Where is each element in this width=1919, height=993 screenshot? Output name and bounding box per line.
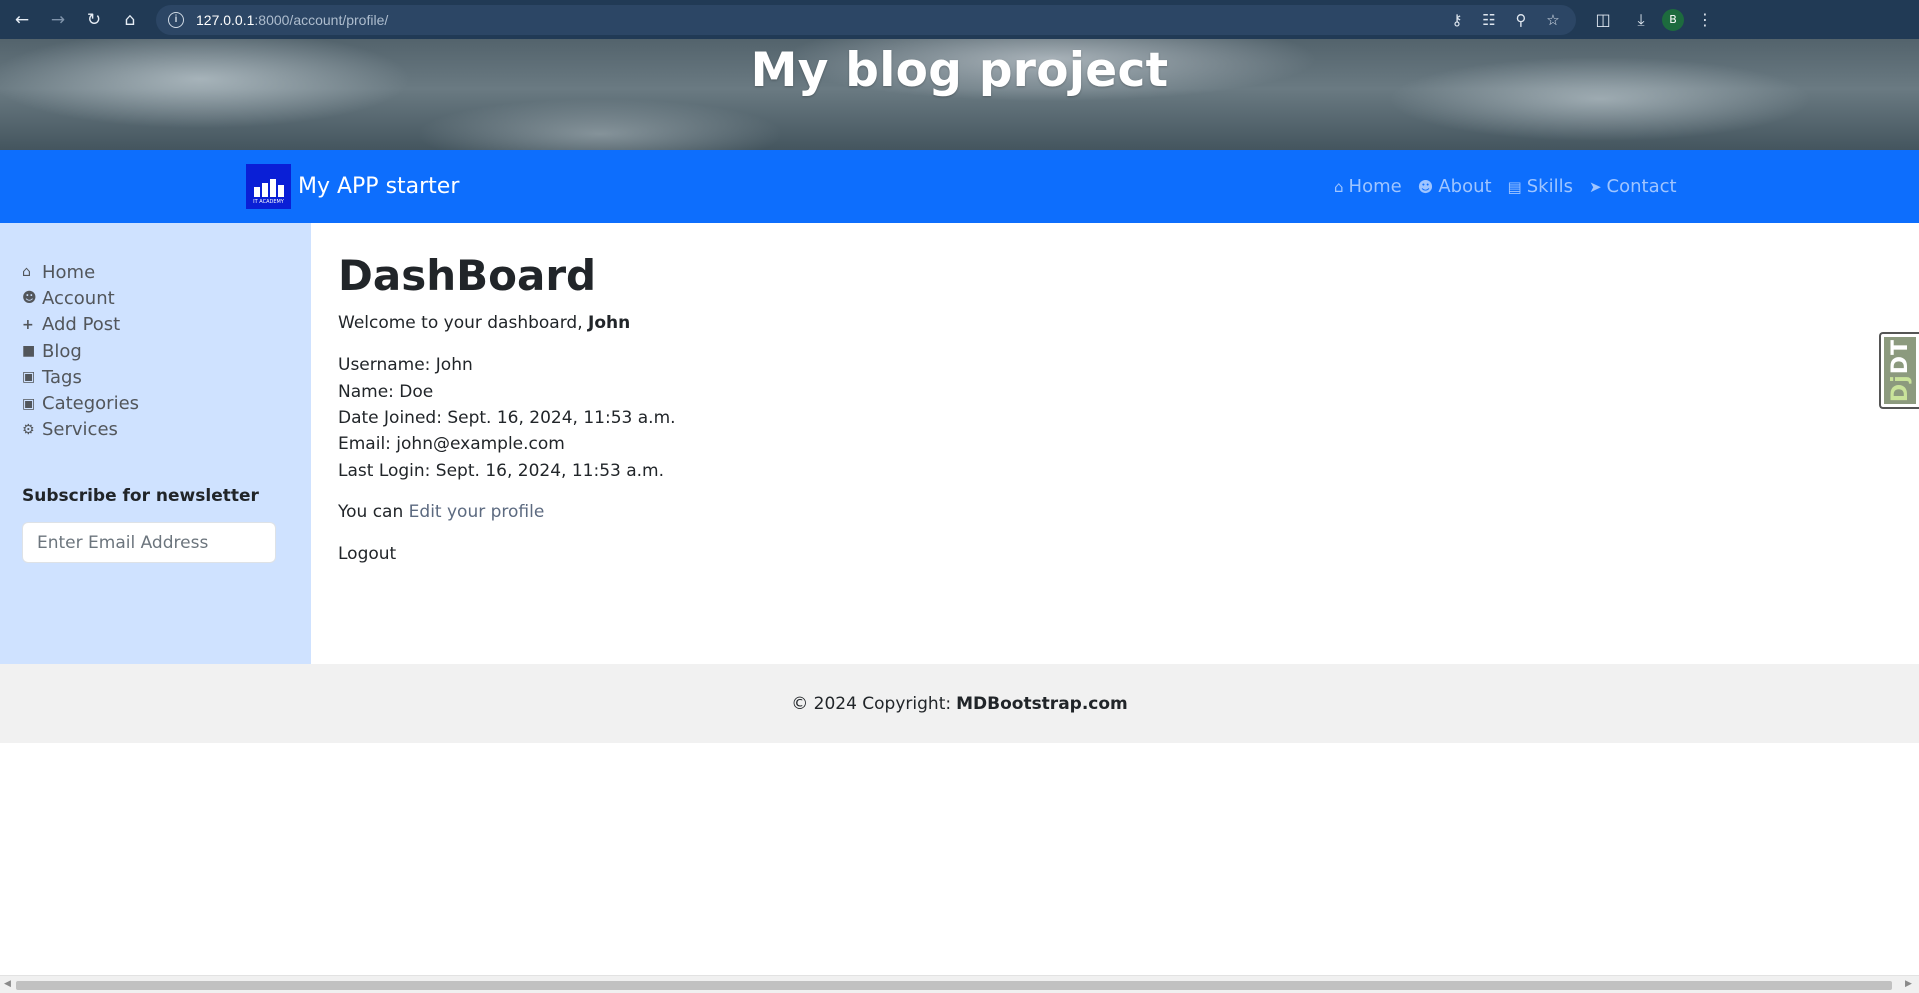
sidebar-item-label: Add Post <box>42 314 121 336</box>
download-icon[interactable]: ⤓ <box>1624 3 1658 37</box>
info-date-joined: Date Joined: Sept. 16, 2024, 11:53 a.m. <box>338 407 676 428</box>
brand-link[interactable]: IT ACADEMY My APP starter <box>246 164 459 209</box>
sidebar: ⌂ Home ☻ Account + Add Post ■ Blog ▣ Tag… <box>0 223 311 664</box>
edit-profile-line: You can Edit your profile <box>338 502 1838 522</box>
bookmark-star-icon[interactable]: ☆ <box>1540 7 1566 33</box>
paper-plane-icon: ➤ <box>1588 177 1602 196</box>
user-icon: ☻ <box>22 290 37 307</box>
sidebar-item-home[interactable]: ⌂ Home <box>22 259 311 285</box>
zoom-icon[interactable]: ⚲ <box>1508 7 1534 33</box>
address-bar-actions: ⚷ ☷ ⚲ ☆ <box>1444 7 1576 33</box>
kebab-menu-icon[interactable]: ⋮ <box>1688 3 1722 37</box>
main-navbar: IT ACADEMY My APP starter ⌂ Home ☻ About… <box>0 150 1919 223</box>
sidebar-item-tags[interactable]: ▣ Tags <box>22 364 311 390</box>
profile-avatar[interactable]: B <box>1662 8 1684 31</box>
main-content: DashBoard Welcome to your dashboard, Joh… <box>338 223 1838 564</box>
sticky-note-icon: ■ <box>22 343 36 360</box>
footer: © 2024 Copyright: MDBootstrap.com <box>0 664 1919 743</box>
sidebar-item-blog[interactable]: ■ Blog <box>22 338 311 364</box>
nav-link-about[interactable]: ☻ About <box>1418 176 1492 197</box>
sidebar-item-add-post[interactable]: + Add Post <box>22 312 311 338</box>
edit-profile-link[interactable]: Edit your profile <box>409 502 545 522</box>
info-last-login: Last Login: Sept. 16, 2024, 11:53 a.m. <box>338 460 665 481</box>
nav-link-contact[interactable]: ➤ Contact <box>1589 176 1677 197</box>
address-bar[interactable]: i 127.0.0.1:8000/account/profile/ ⚷ ☷ ⚲ … <box>156 4 1576 35</box>
welcome-prefix: Welcome to your dashboard, <box>338 313 583 334</box>
nav-link-label: Skills <box>1526 176 1573 197</box>
briefcase-icon: ▣ <box>22 369 36 386</box>
edit-prefix: You can <box>338 501 404 522</box>
sidebar-item-categories[interactable]: ▣ Categories <box>22 390 311 416</box>
nav-link-home[interactable]: ⌂ Home <box>1334 176 1402 197</box>
info-email: Email: john@example.com <box>338 434 565 455</box>
page-title: DashBoard <box>338 251 597 300</box>
scrollbar-thumb[interactable] <box>16 981 1892 990</box>
scroll-left-icon[interactable]: ◀ <box>4 979 14 991</box>
brand-logo: IT ACADEMY <box>246 164 291 209</box>
sidebar-item-label: Home <box>42 261 96 283</box>
nav-link-skills[interactable]: ▤ Skills <box>1508 176 1573 197</box>
nav-link-label: Contact <box>1606 176 1677 197</box>
info-name: Name: Doe <box>338 381 434 402</box>
translate-icon[interactable]: ☷ <box>1476 7 1502 33</box>
home-icon: ⌂ <box>22 264 31 281</box>
sidebar-item-label: Account <box>42 287 115 309</box>
welcome-name: John <box>588 313 631 334</box>
newsletter-title: Subscribe for newsletter <box>22 486 259 507</box>
url-host: 127.0.0.1 <box>196 11 255 28</box>
home-icon: ⌂ <box>1334 177 1344 196</box>
nav-link-label: Home <box>1348 176 1402 197</box>
user-icon: ☻ <box>1417 177 1434 196</box>
nav-link-label: About <box>1438 176 1492 197</box>
footer-copyright: © 2024 Copyright: <box>791 693 952 714</box>
browser-actions: ◫ ⤓ B ⋮ <box>1586 3 1722 37</box>
extensions-icon[interactable]: ◫ <box>1586 3 1620 37</box>
sidebar-item-account[interactable]: ☻ Account <box>22 285 311 311</box>
site-title: My blog project <box>750 43 1169 98</box>
briefcase-icon: ▣ <box>22 395 36 412</box>
nav-links: ⌂ Home ☻ About ▤ Skills ➤ Contact <box>1334 150 1677 223</box>
plus-icon: + <box>22 316 34 333</box>
back-arrow-icon[interactable]: ← <box>4 0 40 39</box>
brand-name: My APP starter <box>298 174 460 199</box>
djdt-handle[interactable]: DjDT <box>1879 332 1919 409</box>
sidebar-item-label: Blog <box>42 340 82 362</box>
key-icon[interactable]: ⚷ <box>1444 7 1470 33</box>
sidebar-item-label: Categories <box>42 393 140 415</box>
reload-icon[interactable]: ↻ <box>76 0 112 39</box>
url-path: :8000/account/profile/ <box>254 11 389 28</box>
info-username: Username: John <box>338 355 473 376</box>
forward-arrow-icon[interactable]: → <box>40 0 76 39</box>
djdt-label: DjDT <box>1887 338 1913 403</box>
sidebar-item-services[interactable]: ⚙ Services <box>22 417 311 443</box>
profile-info: Username: John Name: Doe Date Joined: Se… <box>338 352 1838 483</box>
home-icon[interactable]: ⌂ <box>112 0 148 39</box>
footer-brand-link[interactable]: MDBootstrap.com <box>956 694 1128 714</box>
sidebar-item-label: Tags <box>42 366 82 388</box>
horizontal-scrollbar[interactable]: ◀ ▶ <box>0 975 1919 993</box>
book-icon: ▤ <box>1507 177 1522 196</box>
site-info-icon[interactable]: i <box>168 11 184 28</box>
welcome-message: Welcome to your dashboard, John <box>338 313 1838 333</box>
scroll-right-icon[interactable]: ▶ <box>1905 979 1915 991</box>
logout-link[interactable]: Logout <box>338 544 1838 564</box>
newsletter-email-input[interactable] <box>22 522 276 564</box>
gears-icon: ⚙ <box>22 421 35 438</box>
browser-toolbar: ← → ↻ ⌂ i 127.0.0.1:8000/account/profile… <box>0 0 1919 39</box>
sidebar-item-label: Services <box>42 419 118 441</box>
hero-banner: My blog project <box>0 39 1919 150</box>
